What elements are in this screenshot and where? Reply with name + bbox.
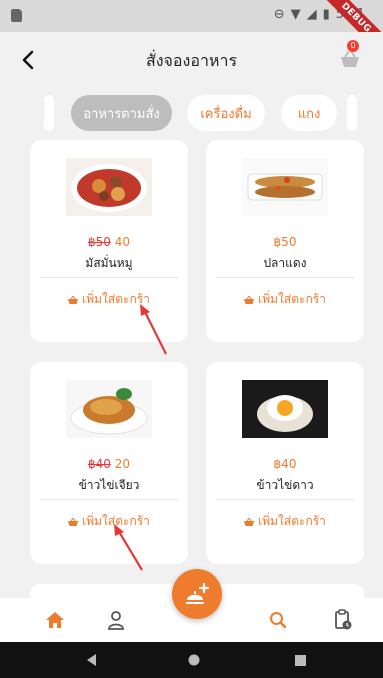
add-order-button[interactable]: [172, 569, 222, 619]
cart-count-badge: 0: [347, 40, 359, 52]
add-to-cart-label: เพิ่มใส่ตะกร้า: [258, 292, 326, 306]
home-circle-icon: [188, 654, 200, 666]
card-divider: [40, 499, 178, 500]
tab-drinks[interactable]: เครื่องดื่ม: [187, 95, 265, 131]
signal-icon: ◢: [306, 7, 317, 22]
old-price: ฿40: [87, 457, 111, 471]
product-image-pla-daeng: [242, 158, 328, 216]
product-name: ข้าวไข่เจียว: [78, 478, 140, 492]
price-row: ฿50 40: [30, 235, 188, 249]
product-image-massaman: [66, 158, 152, 216]
add-to-cart-button[interactable]: เพิ่มใส่ตะกร้า: [30, 512, 188, 531]
basket-icon: [341, 50, 359, 67]
profile-icon: [108, 611, 124, 630]
old-price: ฿50: [87, 235, 111, 249]
basket-icon: [244, 295, 255, 304]
tab-scroll-left-edge: [44, 95, 54, 131]
home-icon: [46, 612, 64, 628]
basket-icon: [244, 517, 255, 526]
add-to-cart-label: เพิ่มใส่ตะกร้า: [258, 514, 326, 528]
price: ฿40: [273, 457, 297, 471]
price-row: ฿40: [206, 457, 364, 471]
add-order-icon: [186, 582, 210, 604]
sim-card-icon: [11, 9, 22, 22]
nav-order-history[interactable]: [331, 608, 355, 632]
card-divider: [216, 277, 354, 278]
add-to-cart-button[interactable]: เพิ่มใส่ตะกร้า: [206, 290, 364, 309]
price: 40: [114, 235, 130, 249]
price-row: ฿40 20: [30, 457, 188, 471]
annotation-arrow: [140, 304, 167, 355]
category-tabs: อาหารตามสั่ง เครื่องดื่ม แกง: [0, 95, 383, 131]
product-card-omelette-rice[interactable]: ฿40 20 ข้าวไข่เจียว เพิ่มใส่ตะกร้า: [30, 362, 188, 564]
price: 20: [114, 457, 130, 471]
page-title: สั่งจองอาหาร: [145, 51, 238, 70]
product-card-pla-daeng[interactable]: ฿50 ปลาแดง เพิ่มใส่ตะกร้า: [206, 140, 364, 342]
product-name: มัสมั่นหมู: [85, 256, 133, 270]
nav-search[interactable]: [266, 608, 290, 632]
product-image-fried-egg-rice: [242, 380, 328, 438]
back-triangle-icon: [87, 654, 96, 666]
nav-profile[interactable]: [104, 608, 128, 632]
tab-made-to-order[interactable]: อาหารตามสั่ง: [71, 95, 172, 131]
price-row: ฿50: [206, 235, 364, 249]
basket-icon: [68, 295, 79, 304]
status-bar: ⊖ ▼ ◢ ▮ 5:41 DEBUG: [0, 0, 383, 63]
annotation-arrow: [114, 524, 143, 571]
basket-icon: [68, 517, 79, 526]
wifi-icon: ▼: [290, 7, 301, 22]
price: ฿50: [273, 235, 297, 249]
add-to-cart-button[interactable]: เพิ่มใส่ตะกร้า: [206, 512, 364, 531]
system-navigation-bar: [0, 642, 383, 678]
product-name: ปลาแดง: [263, 256, 307, 270]
app-bar: สั่งจองอาหาร 0: [0, 32, 383, 88]
tab-scroll-right-edge: [347, 95, 357, 131]
product-image-omelette-rice: [66, 380, 152, 438]
tab-curry[interactable]: แกง: [281, 95, 337, 131]
recents-square-icon: [294, 654, 306, 666]
system-recents-button[interactable]: [293, 653, 307, 667]
system-home-button[interactable]: [187, 653, 201, 667]
do-not-disturb-icon: ⊖: [273, 7, 285, 22]
system-back-button[interactable]: [85, 653, 99, 667]
product-card-fried-egg-rice[interactable]: ฿40 ข้าวไข่ดาว เพิ่มใส่ตะกร้า: [206, 362, 364, 564]
order-history-icon: [335, 609, 352, 630]
card-divider: [216, 499, 354, 500]
nav-home[interactable]: [43, 608, 67, 632]
card-divider: [40, 277, 178, 278]
battery-icon: ▮: [322, 7, 330, 22]
product-name: ข้าวไข่ดาว: [256, 478, 314, 492]
search-icon: [270, 612, 287, 629]
